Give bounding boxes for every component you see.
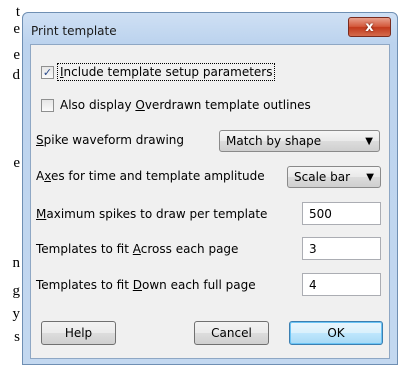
ok-button-label: OK — [327, 326, 345, 340]
include-setup-checkbox[interactable]: ✓ — [41, 65, 54, 79]
axes-label: Axes for time and template amplitude — [36, 169, 265, 183]
max-spikes-value: 500 — [309, 206, 332, 221]
include-setup-checkbox-row[interactable]: ✓ Include template setup parameters — [41, 63, 276, 81]
background-document-text: t e e d e n g y s — [0, 0, 21, 365]
help-button[interactable]: Help — [41, 321, 116, 345]
spike-waveform-select[interactable]: Match by shape ▼ — [219, 130, 380, 152]
axes-value: Scale bar — [294, 170, 351, 184]
across-input[interactable]: 3 — [302, 237, 381, 260]
cancel-button-label: Cancel — [211, 326, 252, 340]
bg-text-fragment: d — [12, 67, 21, 83]
bg-text-fragment: n — [12, 255, 21, 271]
display-overdrawn-checkbox-row[interactable]: Also display Overdrawn template outlines — [41, 98, 311, 112]
include-setup-label: Include template setup parameters — [56, 63, 276, 81]
cancel-button[interactable]: Cancel — [194, 321, 269, 345]
bg-text-fragment: e — [13, 155, 20, 171]
ok-button[interactable]: OK — [289, 321, 383, 345]
bg-text-fragment: y — [12, 306, 21, 322]
down-value: 4 — [309, 277, 317, 292]
chevron-down-icon: ▼ — [366, 172, 374, 183]
spike-waveform-value: Match by shape — [226, 134, 322, 148]
max-spikes-input[interactable]: 500 — [302, 202, 381, 225]
spike-waveform-label: Spike waveform drawing — [36, 133, 185, 147]
across-value: 3 — [309, 241, 317, 256]
dialog-client-area: ✓ Include template setup parameters Also… — [30, 44, 390, 359]
bg-text-fragment: t — [15, 4, 20, 20]
print-template-dialog: Print template x ✓ Include template setu… — [22, 12, 398, 365]
down-input[interactable]: 4 — [302, 273, 381, 296]
across-label: Templates to fit Across each page — [36, 242, 239, 256]
chevron-down-icon: ▼ — [365, 136, 373, 147]
dialog-title: Print template — [31, 24, 117, 38]
display-overdrawn-label: Also display Overdrawn template outlines — [60, 98, 311, 112]
down-label: Templates to fit Down each full page — [36, 278, 256, 292]
checkmark-icon: ✓ — [42, 65, 53, 79]
max-spikes-label: Maximum spikes to draw per template — [36, 207, 268, 221]
display-overdrawn-checkbox[interactable] — [41, 98, 54, 112]
bg-text-fragment: g — [12, 283, 21, 299]
axes-select[interactable]: Scale bar ▼ — [287, 166, 381, 188]
help-button-label: Help — [64, 326, 93, 340]
bg-text-fragment: e — [13, 47, 20, 63]
bg-text-fragment: e — [13, 21, 20, 37]
close-button[interactable]: x — [348, 17, 391, 37]
bg-text-fragment: s — [14, 329, 20, 345]
close-icon: x — [365, 19, 374, 35]
